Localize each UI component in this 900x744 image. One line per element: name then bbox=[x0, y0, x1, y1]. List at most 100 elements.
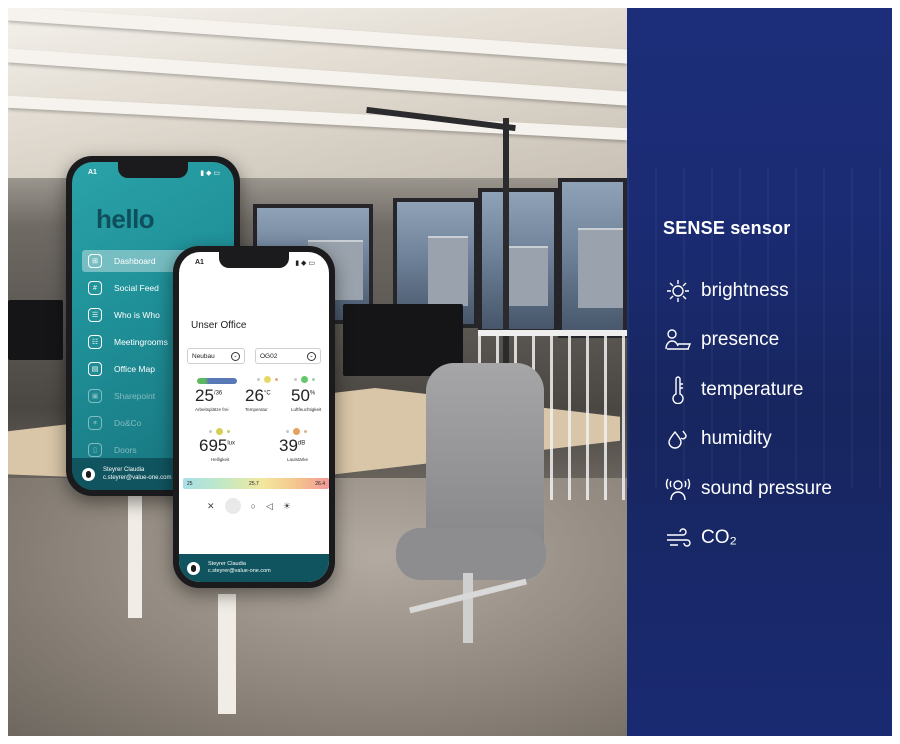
status-time: A1 bbox=[88, 169, 97, 176]
workplace-bar bbox=[197, 378, 237, 384]
brightness-indicator bbox=[209, 428, 230, 435]
wind-icon bbox=[663, 523, 693, 553]
close-icon[interactable]: ✕ bbox=[207, 501, 215, 512]
feature-co2: CO₂ bbox=[663, 514, 888, 564]
menu-item-label: Meetingrooms bbox=[114, 337, 168, 347]
phone-screen: A1 ▮ ◆ ▭ Unser Office Neubau ⌄ OG02 ⌄ 25… bbox=[179, 252, 329, 582]
feature-presence: presence bbox=[663, 316, 888, 366]
menu-item-label: Office Map bbox=[114, 364, 155, 374]
temperature-label: Temperatur bbox=[245, 407, 268, 412]
status-icons: ▮ ◆ ▭ bbox=[200, 170, 220, 177]
menu-item-label: Who is Who bbox=[114, 310, 160, 320]
feature-humidity: humidity bbox=[663, 415, 888, 465]
speaker-icon[interactable]: ◁ bbox=[266, 501, 273, 512]
map-icon: ▤ bbox=[88, 362, 102, 376]
presence-icon bbox=[663, 325, 693, 355]
building-select[interactable]: Neubau ⌄ bbox=[187, 348, 245, 364]
feature-temperature: temperature bbox=[663, 365, 888, 415]
menu-item-label: Doors bbox=[114, 445, 137, 455]
feature-label: presence bbox=[701, 329, 780, 351]
doco-icon: ✶ bbox=[88, 416, 102, 430]
status-icons: ▮ ◆ ▭ bbox=[295, 260, 315, 267]
sound-icon bbox=[663, 474, 693, 504]
workplaces-value: 25 bbox=[195, 386, 214, 405]
loudness-label: Lautstärke bbox=[287, 457, 309, 462]
chevron-down-icon: ⌄ bbox=[231, 351, 240, 361]
feature-label: temperature bbox=[701, 378, 804, 400]
humidity-label: Luftfeuchtigkeit bbox=[291, 407, 322, 412]
humidity-value: 50 bbox=[291, 386, 310, 405]
loudness-value: 39 bbox=[279, 436, 298, 455]
chevron-down-icon: ⌄ bbox=[307, 351, 316, 361]
status-time: A1 bbox=[195, 259, 204, 266]
sensor-promo: A1 ▮ ◆ ▭ hello ⊞ Dashboard # Social Feed ☰… bbox=[0, 0, 900, 744]
hashtag-icon: # bbox=[88, 281, 102, 295]
presence-toggle[interactable] bbox=[224, 498, 241, 514]
workplaces-unit: /36 bbox=[213, 390, 223, 397]
notch bbox=[118, 162, 188, 178]
people-icon: ☰ bbox=[88, 308, 102, 322]
floor-select-value: OG02 bbox=[260, 352, 278, 360]
feature-label: humidity bbox=[701, 428, 772, 450]
feature-sound-pressure: sound pressure bbox=[663, 464, 888, 514]
user-email: c.steyrer@value-one.com bbox=[103, 475, 172, 481]
brightness-unit: lux bbox=[227, 440, 236, 447]
user-name: Steyrer Claudia bbox=[103, 467, 145, 473]
temperature-indicator bbox=[257, 376, 278, 383]
desk-leg bbox=[218, 594, 236, 714]
brightness-label: Helligkeit bbox=[211, 457, 230, 462]
building bbox=[428, 236, 468, 306]
sensor-feature-list: brightness presence temperature humidity bbox=[663, 266, 888, 563]
user-email: c.steyrer@value-one.com bbox=[208, 568, 271, 574]
greeting: hello bbox=[96, 204, 155, 234]
droplet-icon[interactable]: ○ bbox=[251, 501, 256, 511]
brightness-value: 695 bbox=[199, 436, 228, 455]
phone-dashboard: A1 ▮ ◆ ▭ Unser Office Neubau ⌄ OG02 ⌄ 25… bbox=[173, 246, 335, 588]
workplaces-label: Arbeitsplätze frei bbox=[195, 407, 229, 412]
building-select-value: Neubau bbox=[192, 352, 215, 360]
user-name: Steyrer Claudia bbox=[208, 561, 246, 567]
avatar bbox=[187, 561, 200, 575]
sensor-toolbar: ✕ ○ ◁ ☀ bbox=[207, 498, 291, 514]
sun-icon[interactable]: ☀ bbox=[283, 501, 291, 512]
scale-max: 26.4 bbox=[315, 480, 325, 487]
user-bar[interactable]: Steyrer Claudia c.steyrer@value-one.com bbox=[179, 554, 329, 582]
scale-min: 25 bbox=[187, 480, 193, 487]
feature-label: brightness bbox=[701, 279, 789, 301]
building bbox=[578, 228, 623, 308]
feature-brightness: brightness bbox=[663, 266, 888, 316]
desk-leg bbox=[128, 478, 142, 618]
avatar bbox=[82, 467, 95, 481]
humidity-unit: % bbox=[309, 390, 316, 397]
dashboard-icon: ⊞ bbox=[88, 254, 102, 268]
loudness-unit: dB bbox=[297, 440, 306, 447]
menu-item-label: Social Feed bbox=[114, 283, 159, 293]
temperature-unit: °C bbox=[263, 390, 271, 397]
temperature-value: 26 bbox=[245, 386, 264, 405]
sensor-panel: SENSE sensor brightness presence tempera… bbox=[627, 8, 892, 736]
menu-item-label: Sharepoint bbox=[114, 391, 156, 401]
scale-mid: 25.7 bbox=[249, 480, 259, 487]
sharepoint-icon: ▣ bbox=[88, 389, 102, 403]
chair-pole bbox=[463, 573, 473, 643]
loudness-indicator bbox=[286, 428, 307, 435]
meeting-icon: ☷ bbox=[88, 335, 102, 349]
feature-label: sound pressure bbox=[701, 477, 832, 499]
monitor bbox=[8, 300, 63, 360]
sun-icon bbox=[663, 276, 693, 306]
notch bbox=[219, 252, 289, 268]
humidity-indicator bbox=[294, 376, 315, 383]
doors-icon: ▯ bbox=[88, 443, 102, 457]
loudness-metric: 39dB Lautstärke bbox=[279, 436, 308, 462]
panel-title: SENSE sensor bbox=[663, 218, 791, 238]
feature-label: CO₂ bbox=[701, 527, 737, 549]
temperature-metric: 26°C Temperatur bbox=[245, 386, 271, 412]
workplaces-metric: 25/36 Arbeitsplätze frei bbox=[195, 386, 235, 412]
humidity-metric: 50% Luftfeuchtigkeit bbox=[291, 386, 321, 412]
temperature-scale: 25 25.7 26.4 bbox=[183, 478, 329, 489]
floor-select[interactable]: OG02 ⌄ bbox=[255, 348, 321, 364]
building bbox=[503, 246, 548, 306]
menu-item-label: Dashboard bbox=[114, 256, 156, 266]
droplet-icon bbox=[663, 424, 693, 454]
thermometer-icon bbox=[663, 375, 693, 405]
